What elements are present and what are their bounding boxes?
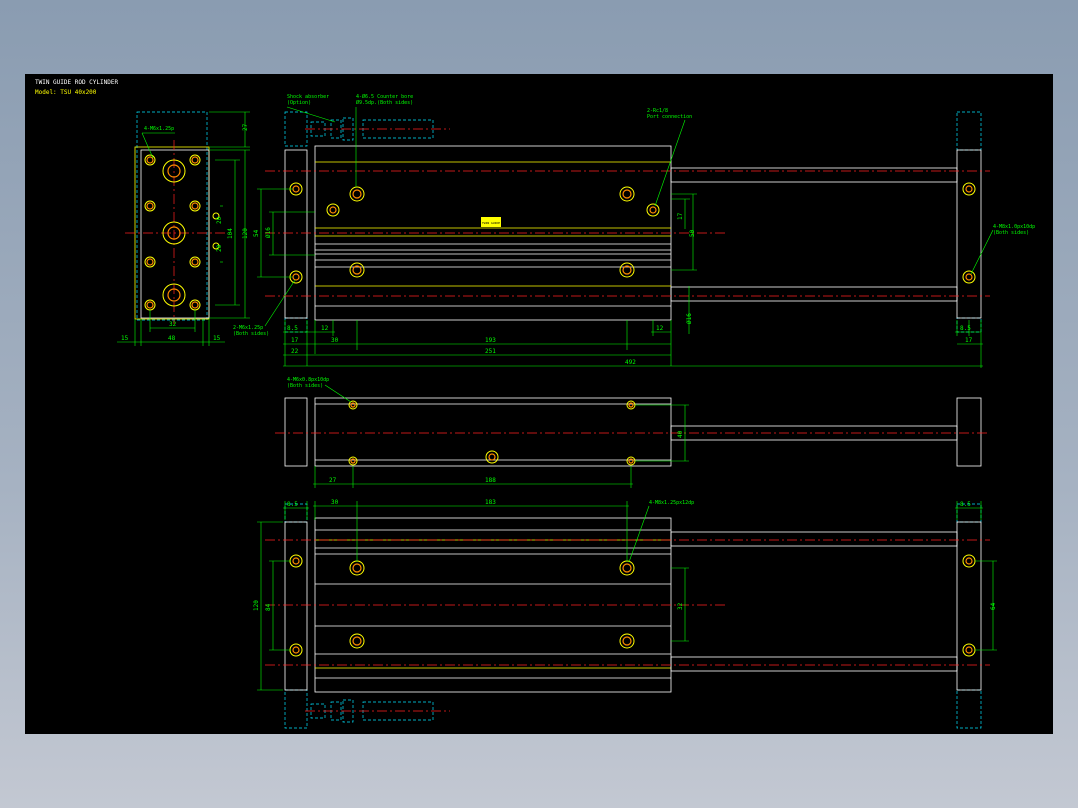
counterbore-sub-note: Ø9.5dp.(Both sides) bbox=[356, 99, 413, 106]
dim-17c: 17 bbox=[965, 337, 973, 344]
dim-22: 22 bbox=[291, 348, 299, 355]
port-sub-note: Port connection bbox=[647, 114, 692, 120]
shock-absorber-bottom bbox=[305, 699, 450, 723]
end-view: 4-M6x1.25p 27 120 104 20 20 15 48 15 32 bbox=[117, 111, 250, 346]
dim-phi16: Ø16 bbox=[265, 227, 272, 238]
end-view-holes bbox=[144, 154, 220, 311]
dim-183: 183 bbox=[485, 499, 496, 506]
counterbore-note: 4-Ø6.5 Counter bore bbox=[356, 93, 413, 100]
dim-188: 188 bbox=[485, 477, 496, 484]
drawing-sheet: TWIN GUIDE ROD CYLINDER Model: TSU 40x20… bbox=[25, 74, 1053, 734]
dim-251: 251 bbox=[485, 348, 496, 355]
dim-17: 17 bbox=[677, 212, 684, 220]
side-view: 4-M6x0.8px10dp (Both sides) 40 27 188 bbox=[275, 377, 990, 488]
dim-rod-dia: Ø16 bbox=[686, 313, 693, 324]
dim-40: 40 bbox=[677, 430, 684, 438]
dim-193: 193 bbox=[485, 337, 496, 344]
bottom-view: 4-M8x1.25px12dp 8.5 30 183 8.5 120 84 32… bbox=[253, 499, 997, 729]
dim-54: 54 bbox=[253, 229, 260, 237]
dim-27: 27 bbox=[242, 123, 249, 131]
dim-8-5b: 8.5 bbox=[960, 325, 971, 332]
dim-8-5: 8.5 bbox=[287, 325, 298, 332]
dim-32: 32 bbox=[169, 321, 177, 328]
dim-15a: 15 bbox=[121, 335, 129, 342]
dim-64: 64 bbox=[990, 602, 997, 610]
dim-27b: 27 bbox=[329, 477, 337, 484]
end-tap-sub-note: (Both sides) bbox=[993, 230, 1029, 236]
dim-20a: 20 bbox=[216, 216, 223, 224]
dim-104: 104 bbox=[227, 228, 234, 239]
dim-17b: 17 bbox=[291, 337, 299, 344]
dim-20b: 20 bbox=[216, 244, 223, 252]
dim-15b: 15 bbox=[213, 335, 221, 342]
dim-50: 50 bbox=[689, 229, 696, 237]
dim-12a: 12 bbox=[321, 325, 329, 332]
dim-30b: 30 bbox=[331, 499, 339, 506]
dim-8-5c: 8.5 bbox=[287, 501, 298, 508]
dim-48: 48 bbox=[168, 335, 176, 342]
dim-84: 84 bbox=[265, 603, 272, 611]
drawing-title: TWIN GUIDE ROD CYLINDER bbox=[35, 79, 118, 86]
dim-12b: 12 bbox=[656, 325, 664, 332]
shock-option-note: (Option) bbox=[287, 100, 311, 106]
top-view: TWIN GUIDE Shock absorber (Option) 4-Ø6.… bbox=[233, 93, 1035, 368]
bottom-tap-note: 4-M8x1.25px12dp bbox=[649, 500, 694, 506]
model-label: Model: TSU 40x200 bbox=[35, 89, 97, 96]
dim-8-5d: 8.5 bbox=[960, 501, 971, 508]
cad-drawing: TWIN GUIDE ROD CYLINDER Model: TSU 40x20… bbox=[35, 79, 1035, 729]
dim-492: 492 bbox=[625, 359, 636, 366]
dim-32b: 32 bbox=[677, 602, 684, 610]
top-tap-sub-note: (Both sides) bbox=[287, 383, 323, 389]
dim-30: 30 bbox=[331, 337, 339, 344]
dim-120: 120 bbox=[242, 228, 249, 239]
end-view-tap-note: 4-M6x1.25p bbox=[144, 126, 174, 132]
side-tap-sub-note: (Both sides) bbox=[233, 331, 269, 337]
nameplate-text: TWIN GUIDE bbox=[482, 221, 500, 225]
shock-absorber-top bbox=[305, 117, 450, 141]
dim-120b: 120 bbox=[253, 600, 260, 611]
